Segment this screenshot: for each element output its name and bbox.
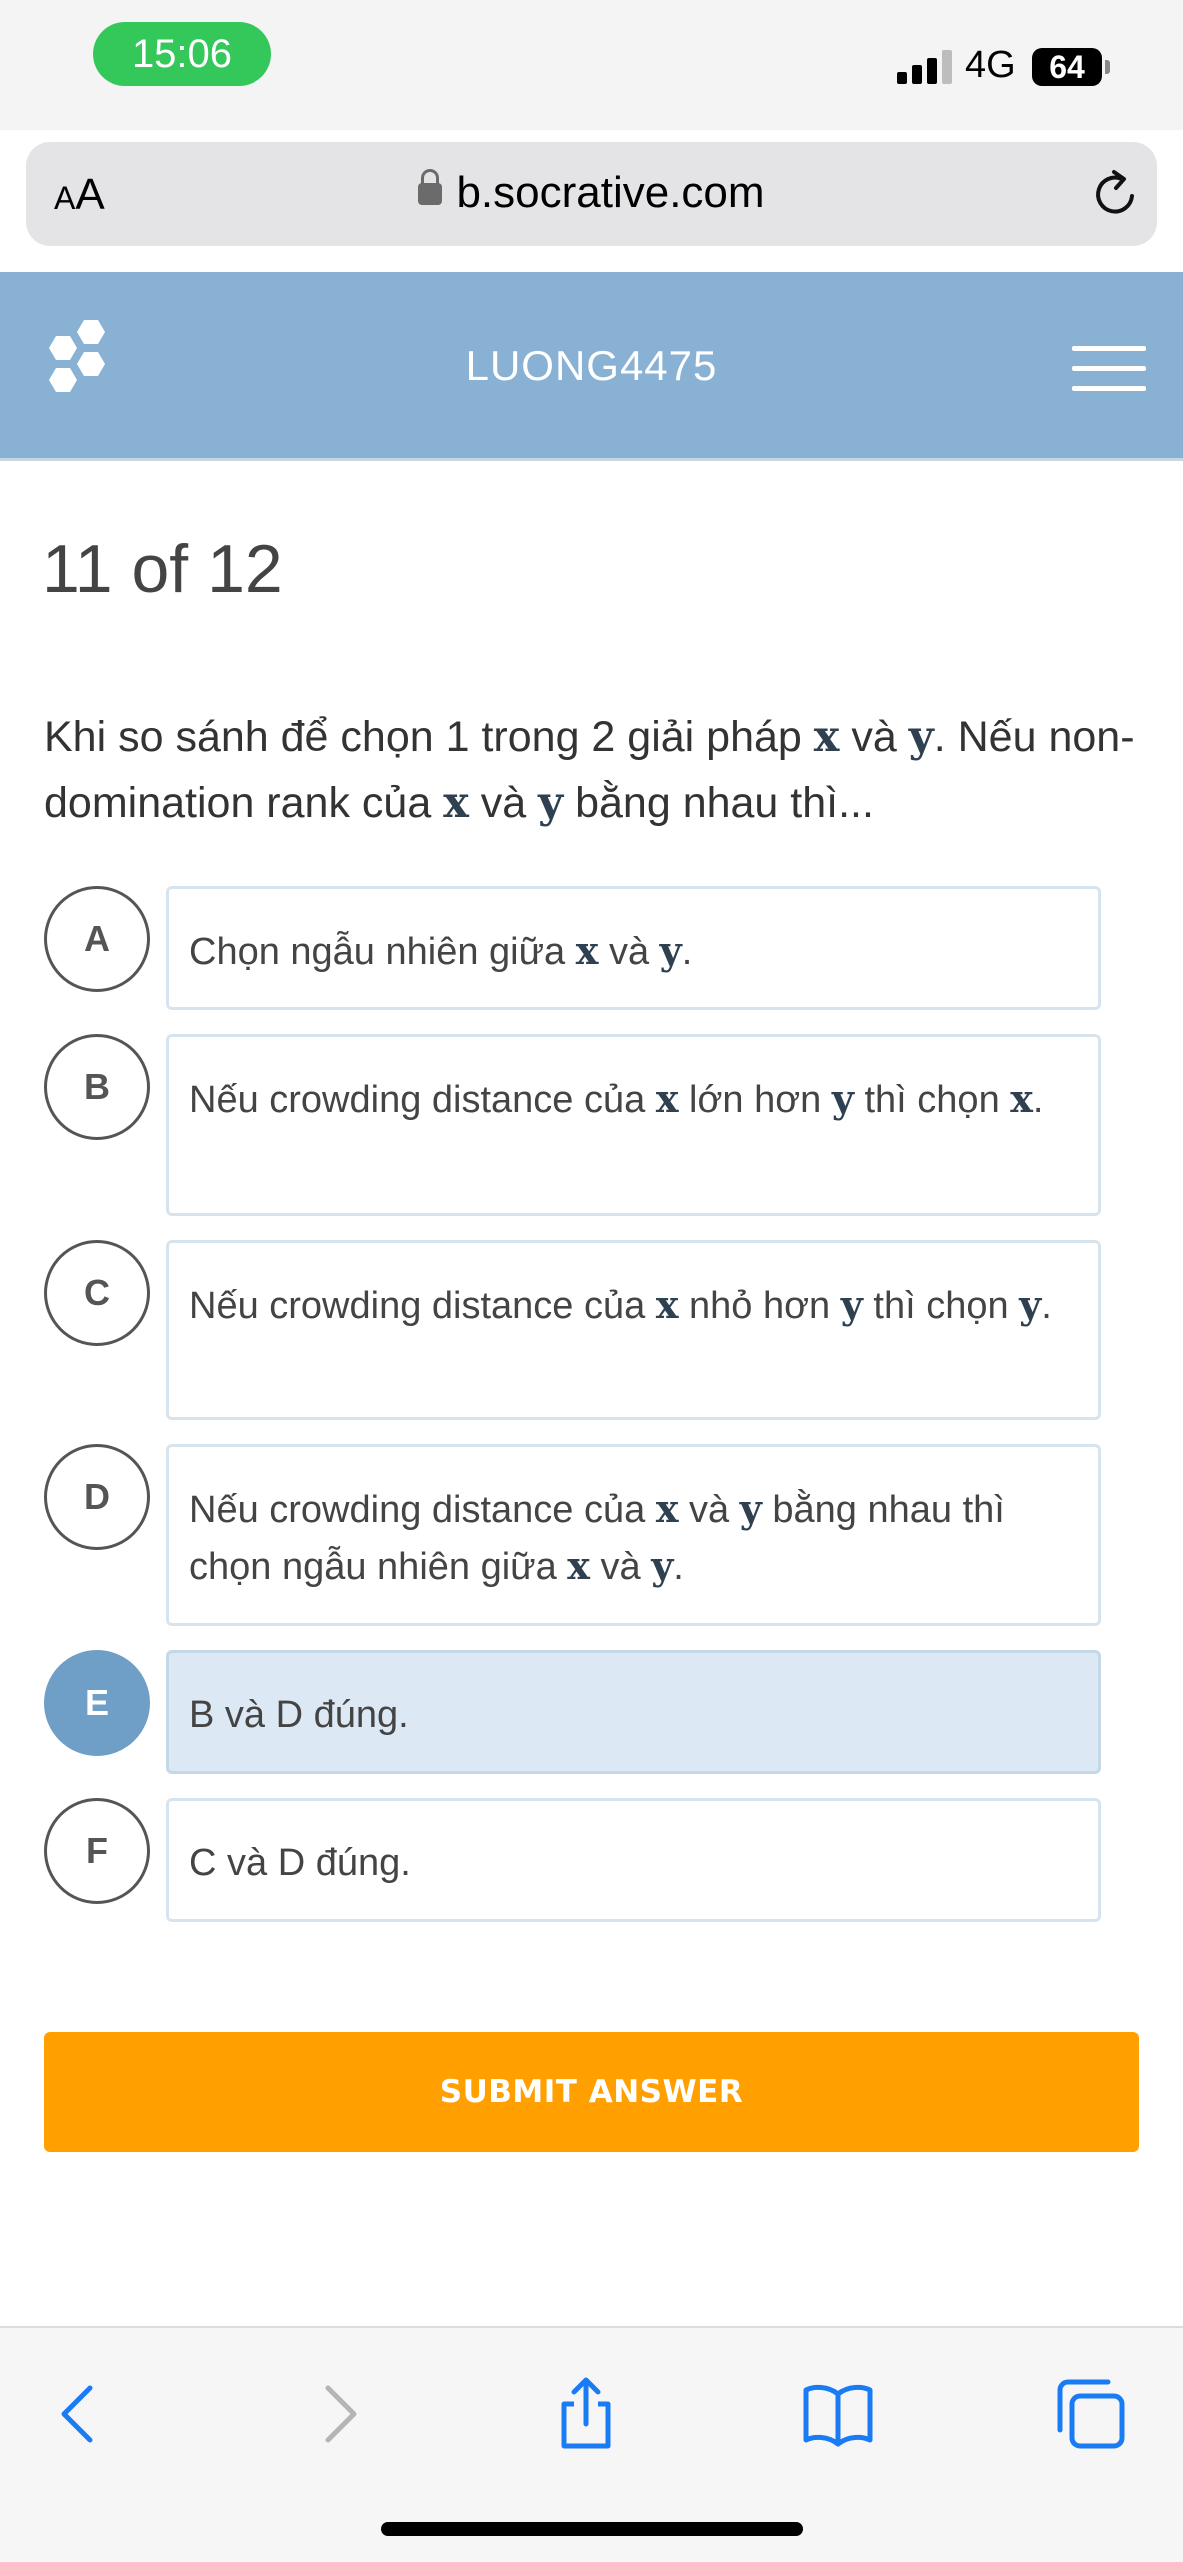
math-variable: y xyxy=(659,928,682,973)
math-variable: x xyxy=(567,1543,590,1588)
cellular-signal-icon xyxy=(897,50,953,84)
home-indicator xyxy=(381,2522,803,2536)
answer-letter: F xyxy=(44,1798,150,1904)
text-segment: . xyxy=(1041,1285,1052,1327)
text-segment: C và D đúng. xyxy=(189,1842,411,1884)
answer-text: Nếu crowding distance của x nhỏ hơn y th… xyxy=(166,1240,1101,1420)
math-variable: y xyxy=(908,712,934,762)
answer-text: Nếu crowding distance của x lớn hơn y th… xyxy=(166,1034,1101,1216)
status-bar: 15:06 4G 64 xyxy=(0,0,1183,130)
text-segment: và xyxy=(598,931,660,973)
battery-level: 64 xyxy=(1049,48,1085,85)
math-variable: y xyxy=(840,1282,863,1327)
forward-icon[interactable] xyxy=(298,2374,378,2454)
answer-letter: C xyxy=(44,1240,150,1346)
text-segment: B và D đúng. xyxy=(189,1694,409,1736)
math-variable: y xyxy=(831,1076,854,1121)
tabs-icon[interactable] xyxy=(1050,2374,1130,2454)
hamburger-menu-icon[interactable] xyxy=(1072,346,1146,392)
answer-text: C và D đúng. xyxy=(166,1798,1101,1922)
math-variable: y xyxy=(538,778,564,828)
back-icon[interactable] xyxy=(40,2374,120,2454)
math-variable: x xyxy=(1010,1076,1033,1121)
submit-answer-button[interactable]: SUBMIT ANSWER xyxy=(44,2032,1139,2152)
answer-text: Nếu crowding distance của x và y bằng nh… xyxy=(166,1444,1101,1626)
lock-icon xyxy=(418,169,443,205)
room-name: LUONG4475 xyxy=(465,342,718,389)
url-display[interactable]: b.socrative.com xyxy=(26,168,1157,218)
math-variable: y xyxy=(651,1543,674,1588)
math-variable: x xyxy=(655,1076,679,1121)
text-segment: thì chọn xyxy=(862,1285,1020,1327)
text-segment: Chọn ngẫu nhiên giữa xyxy=(189,931,576,973)
reload-icon[interactable] xyxy=(1086,164,1146,224)
text-segment: và xyxy=(678,1489,740,1531)
bookmarks-icon[interactable] xyxy=(798,2374,878,2454)
text-segment: Nếu crowding distance của xyxy=(189,1489,656,1531)
answer-text: B và D đúng. xyxy=(166,1650,1101,1774)
url-text: b.socrative.com xyxy=(456,168,765,217)
text-segment: lớn hơn xyxy=(678,1079,832,1121)
math-variable: x xyxy=(443,778,469,828)
status-time: 15:06 xyxy=(93,22,271,86)
math-variable: y xyxy=(739,1486,762,1531)
share-icon[interactable] xyxy=(546,2374,626,2454)
math-variable: x xyxy=(655,1282,679,1327)
text-segment: . xyxy=(673,1546,684,1588)
text-segment: Nếu crowding distance của xyxy=(189,1285,656,1327)
app-header: LUONG4475 xyxy=(0,272,1183,461)
math-variable: x xyxy=(655,1486,679,1531)
math-variable: x xyxy=(813,712,840,762)
math-variable: y xyxy=(1019,1282,1042,1327)
network-type: 4G xyxy=(965,44,1016,86)
text-segment: và xyxy=(468,779,539,827)
address-bar[interactable]: AA b.socrative.com xyxy=(26,142,1157,246)
text-segment: và xyxy=(839,713,909,761)
answer-letter: D xyxy=(44,1444,150,1550)
text-segment: . xyxy=(1032,1079,1044,1121)
text-segment: bằng nhau thì... xyxy=(563,779,874,827)
answer-letter: A xyxy=(44,886,150,992)
text-segment: và xyxy=(589,1546,652,1588)
text-segment: Nếu crowding distance của xyxy=(189,1079,656,1121)
answer-text: Chọn ngẫu nhiên giữa x và y. xyxy=(166,886,1101,1010)
text-segment: . xyxy=(681,931,693,973)
answer-letter: E xyxy=(44,1650,150,1756)
question-text: Khi so sánh để chọn 1 trong 2 giải pháp … xyxy=(44,704,1144,836)
text-segment: Khi so sánh để chọn 1 trong 2 giải pháp xyxy=(44,713,814,761)
battery-tip xyxy=(1105,60,1110,74)
text-segment: thì chọn xyxy=(853,1079,1011,1121)
battery-icon: 64 xyxy=(1032,48,1102,86)
answer-letter: B xyxy=(44,1034,150,1140)
text-segment: nhỏ hơn xyxy=(678,1285,841,1327)
math-variable: x xyxy=(575,928,599,973)
question-progress: 11 of 12 xyxy=(42,531,283,607)
